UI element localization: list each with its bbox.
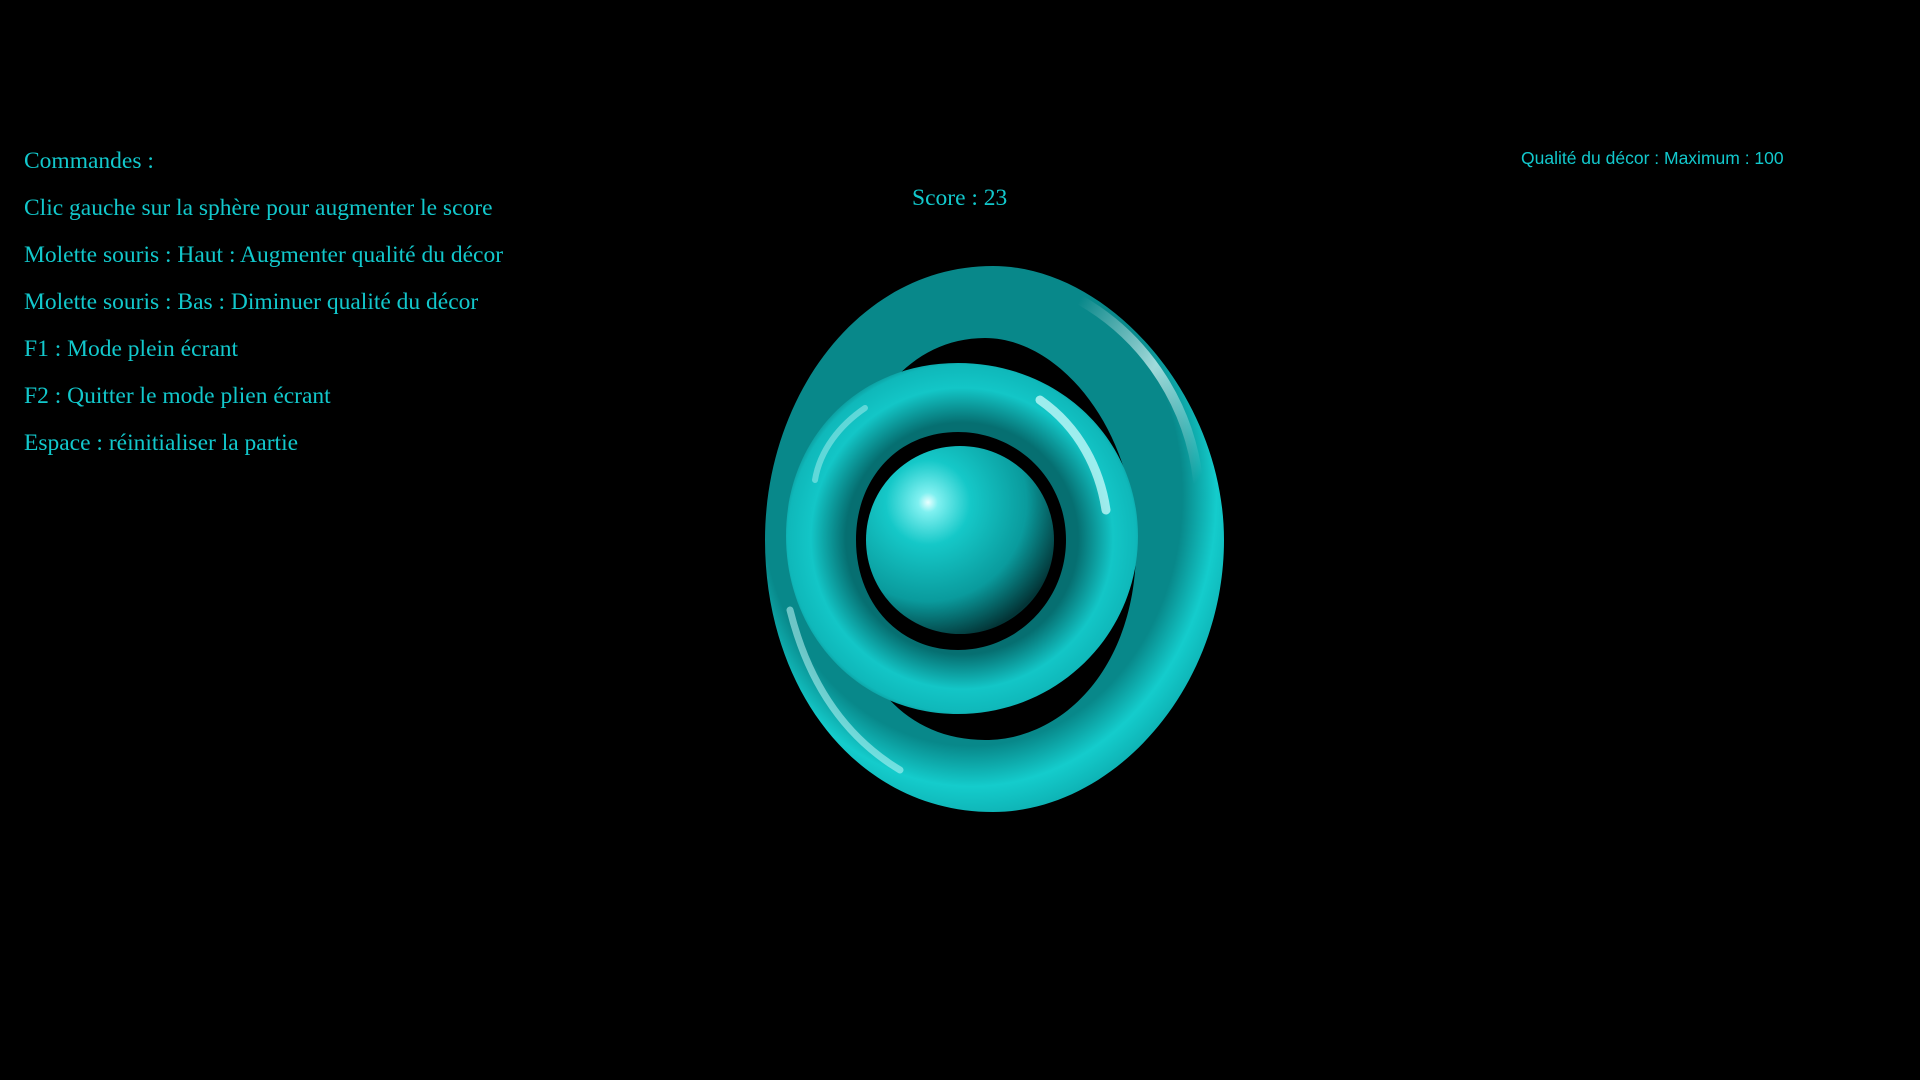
- game-viewport[interactable]: Commandes : Clic gauche sur la sphère po…: [0, 0, 1920, 1080]
- target-sphere[interactable]: [866, 446, 1054, 634]
- 3d-scene: [765, 266, 1224, 812]
